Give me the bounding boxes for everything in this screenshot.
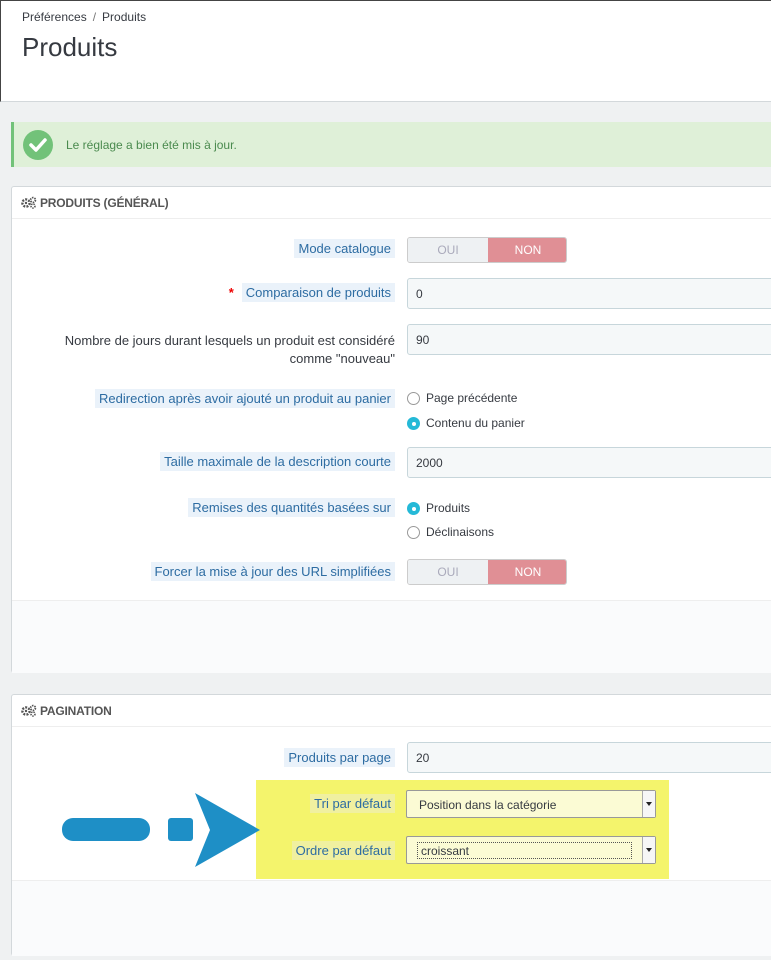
panel-footer-general — [12, 600, 771, 673]
page-title: Produits — [22, 32, 118, 62]
tri-par-defaut-select[interactable]: Position dans la catégorie — [406, 790, 656, 818]
breadcrumb-separator: / — [92, 10, 97, 24]
mode-catalogue-switch[interactable]: OUI NON — [407, 237, 567, 263]
forcer-label: Forcer la mise à jour des URL simplifiée… — [150, 562, 395, 581]
page-header: Préférences / Produits Produits — [0, 0, 771, 102]
success-alert: Le réglage a bien été mis à jour. — [11, 122, 771, 167]
panel-heading-pagination: PAGINATION — [12, 695, 771, 727]
cogs-icon — [21, 704, 37, 720]
comparaison-label: * Comparaison de produits — [228, 283, 395, 302]
check-circle-icon — [23, 130, 53, 160]
cogs-icon — [21, 196, 37, 212]
panel-heading-general: PRODUITS (GÉNÉRAL) — [12, 187, 771, 219]
comparaison-input[interactable]: 0 — [407, 278, 771, 309]
ordre-label: Ordre par défaut — [291, 841, 395, 860]
radio-selected-icon[interactable] — [407, 417, 420, 430]
radio-selected-icon[interactable] — [407, 502, 420, 515]
breadcrumb-parent-link[interactable]: Préférences — [22, 10, 87, 24]
panel-footer-pagination — [12, 880, 771, 956]
mode-catalogue-label: Mode catalogue — [294, 239, 395, 258]
par-page-label: Produits par page — [284, 748, 395, 767]
radio-icon[interactable] — [407, 526, 420, 539]
produits-par-page-input[interactable]: 20 — [407, 742, 771, 773]
breadcrumb: Préférences / Produits — [22, 10, 146, 24]
remises-label: Remises des quantités basées sur — [188, 498, 395, 517]
redirection-label: Redirection après avoir ajouté un produi… — [95, 389, 395, 408]
general-settings-panel: PRODUITS (GÉNÉRAL) — [11, 186, 771, 673]
radio-icon[interactable] — [407, 392, 420, 405]
chevron-down-icon[interactable] — [642, 791, 655, 817]
mode-catalogue-non[interactable]: NON — [488, 238, 566, 262]
annotation-arrow-icon — [62, 793, 260, 867]
forcer-url-switch[interactable]: OUI NON — [407, 559, 567, 585]
taille-description-input[interactable]: 2000 — [407, 447, 771, 478]
tri-label: Tri par défaut — [310, 794, 395, 813]
panel-title-pagination: PAGINATION — [40, 704, 112, 718]
breadcrumb-current: Produits — [102, 10, 147, 24]
mode-catalogue-oui[interactable]: OUI — [408, 238, 488, 262]
nouveau-days-input[interactable]: 90 — [407, 324, 771, 355]
required-asterisk: * — [228, 285, 234, 300]
forcer-url-oui[interactable]: OUI — [408, 560, 488, 584]
chevron-down-icon[interactable] — [642, 837, 655, 863]
taille-label: Taille maximale de la description courte — [160, 452, 395, 471]
panel-title-general: PRODUITS (GÉNÉRAL) — [40, 196, 169, 210]
forcer-url-non[interactable]: NON — [488, 560, 566, 584]
ordre-par-defaut-select[interactable]: croissant — [406, 836, 656, 864]
alert-message: Le réglage a bien été mis à jour. — [66, 138, 237, 152]
nouveau-label: Nombre de jours durant lesquels un produ… — [64, 333, 395, 366]
